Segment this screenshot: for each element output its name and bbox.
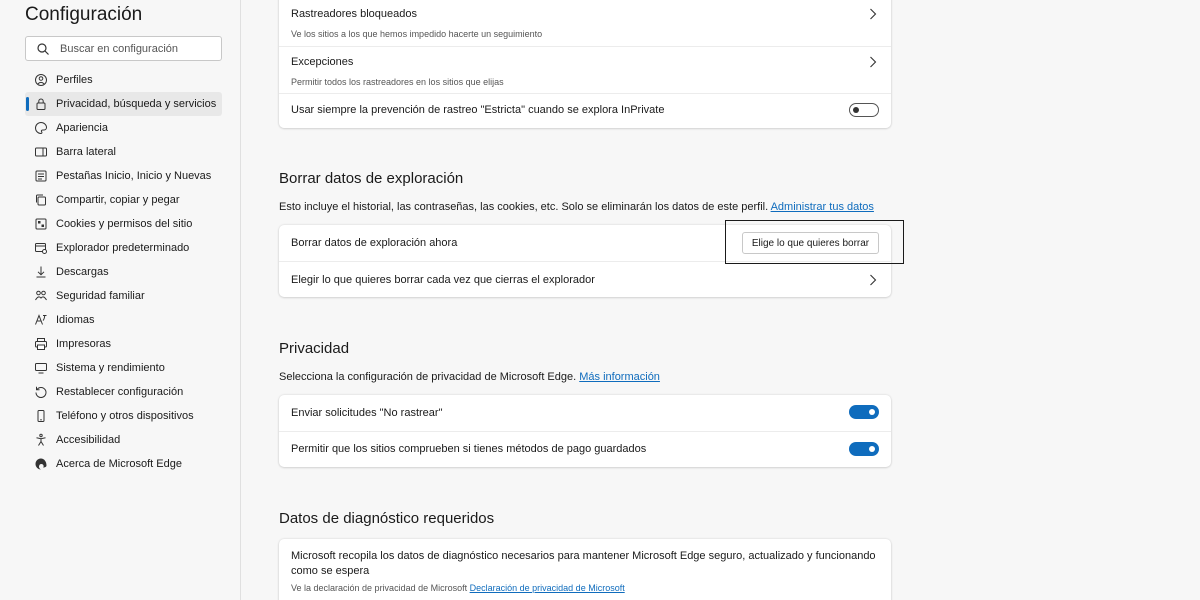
clear-data-desc-text: Esto incluye el historial, las contraseñ… [279,201,769,213]
sidebar-item-home-tabs[interactable]: Pestañas Inicio, Inicio y Nuevas [25,164,222,188]
system-icon [34,361,48,375]
sidebar-item-label: Idiomas [56,314,95,326]
sidebar-item-label: Accesibilidad [56,434,121,446]
share-icon [34,193,48,207]
sidebar-item-label: Restablecer configuración [56,386,184,398]
strict-inprivate-label: Usar siempre la prevención de rastreo "E… [291,104,665,116]
sidebar-item-label: Explorador predeterminado [56,242,190,254]
chevron-right-icon [870,274,877,286]
sidebar-title: Configuración [25,4,143,25]
sidebar-item-reset[interactable]: Restablecer configuración [25,380,222,404]
appearance-icon [34,121,48,135]
sidebar-item-label: Impresoras [56,338,112,350]
sidebar-item-appearance[interactable]: Apariencia [25,116,222,140]
sidebar-item-profiles[interactable]: Perfiles [25,68,222,92]
clear-on-close-row[interactable]: Elegir lo que quieres borrar cada vez qu… [279,262,891,297]
sidebar-item-label: Privacidad, búsqueda y servicios [56,98,217,110]
sidebar-item-sidebar[interactable]: Barra lateral [25,140,222,164]
sidebar-item-system[interactable]: Sistema y rendimiento [25,356,222,380]
sidebar-item-label: Barra lateral [56,146,116,158]
blocked-trackers-title: Rastreadores bloqueados [291,8,417,20]
diagnostics-text-line2: como se espera [291,565,370,577]
sidebar-item-about[interactable]: Acerca de Microsoft Edge [25,452,222,476]
chevron-right-icon [870,56,877,68]
diagnostics-card: Microsoft recopila los datos de diagnóst… [279,539,891,600]
reset-icon [34,385,48,399]
do-not-track-toggle[interactable] [849,405,879,419]
sidebar-item-label: Pestañas Inicio, Inicio y Nuevas [56,170,212,182]
search-icon [36,42,50,56]
sidebar-item-privacy[interactable]: Privacidad, búsqueda y servicios [25,92,222,116]
privacy-desc-text: Selecciona la configuración de privacida… [279,371,577,383]
language-icon [34,313,48,327]
payment-methods-label: Permitir que los sitios comprueben si ti… [291,443,647,455]
payment-methods-row: Permitir que los sitios comprueben si ti… [279,432,891,467]
diagnostics-sub-text: Ve la declaración de privacidad de Micro… [291,583,468,593]
search-input[interactable] [60,42,210,55]
more-info-link[interactable]: Más información [579,371,660,383]
sidebar-item-printers[interactable]: Impresoras [25,332,222,356]
sidebar-item-cookies[interactable]: Cookies y permisos del sitio [25,212,222,236]
profile-icon [34,73,48,87]
payment-methods-toggle[interactable] [849,442,879,456]
sidebar-item-downloads[interactable]: Descargas [25,260,222,284]
phone-icon [34,409,48,423]
sidebar-item-label: Sistema y rendimiento [56,362,165,374]
sidebar-item-label: Acerca de Microsoft Edge [56,458,182,470]
edge-icon [34,457,48,471]
privacy-statement-link[interactable]: Declaración de privacidad de Microsoft [470,583,625,593]
accessibility-icon [34,433,48,447]
exceptions-title: Excepciones [291,56,354,68]
sidebar-item-languages[interactable]: Idiomas [25,308,222,332]
diagnostics-subtitle: Ve la declaración de privacidad de Micro… [291,583,625,593]
clear-data-title: Borrar datos de exploración [279,170,464,187]
exceptions-row[interactable]: Excepciones Permitir todos los rastreado… [279,47,891,93]
do-not-track-label: Enviar solicitudes "No rastrear" [291,407,443,419]
clear-now-label: Borrar datos de exploración ahora [291,237,458,249]
sidebar-item-family[interactable]: Seguridad familiar [25,284,222,308]
cookies-icon [34,217,48,231]
strict-inprivate-row: Usar siempre la prevención de rastreo "E… [279,94,891,128]
printer-icon [34,337,48,351]
sidebar-item-label: Perfiles [56,74,93,86]
chevron-right-icon [870,8,877,20]
lock-icon [34,97,48,111]
search-box[interactable] [25,36,222,61]
manage-data-link[interactable]: Administrar tus datos [771,201,874,213]
sidebar-item-label: Teléfono y otros dispositivos [56,410,194,422]
sidebar-nav: Perfiles Privacidad, búsqueda y servicio… [25,68,222,476]
family-icon [34,289,48,303]
diagnostics-text-line1: Microsoft recopila los datos de diagnóst… [291,550,876,562]
sidebar-item-label: Descargas [56,266,109,278]
sidebar-icon [34,145,48,159]
sidebar-item-share[interactable]: Compartir, copiar y pegar [25,188,222,212]
sidebar-item-label: Compartir, copiar y pegar [56,194,180,206]
do-not-track-row: Enviar solicitudes "No rastrear" [279,395,891,431]
sidebar-item-label: Cookies y permisos del sitio [56,218,193,230]
sidebar-item-accessibility[interactable]: Accesibilidad [25,428,222,452]
tracking-card: Rastreadores bloqueados Ve los sitios a … [279,0,891,128]
sidebar-item-phone[interactable]: Teléfono y otros dispositivos [25,404,222,428]
diagnostics-title: Datos de diagnóstico requeridos [279,510,495,527]
sidebar-item-label: Apariencia [56,122,108,134]
sidebar: Configuración Perfiles Privacidad, búsqu… [0,0,241,600]
download-icon [34,265,48,279]
blocked-trackers-subtitle: Ve los sitios a los que hemos impedido h… [291,29,543,39]
privacy-card: Enviar solicitudes "No rastrear" Permiti… [279,395,891,467]
home-tabs-icon [34,169,48,183]
clear-on-close-label: Elegir lo que quieres borrar cada vez qu… [291,274,595,286]
privacy-description: Selecciona la configuración de privacida… [279,371,660,383]
focus-highlight-box [725,220,904,264]
strict-inprivate-toggle[interactable] [849,103,879,117]
exceptions-subtitle: Permitir todos los rastreadores en los s… [291,77,504,87]
blocked-trackers-row[interactable]: Rastreadores bloqueados Ve los sitios a … [279,0,891,46]
clear-data-description: Esto incluye el historial, las contraseñ… [279,201,874,213]
privacy-title: Privacidad [279,340,350,357]
sidebar-item-label: Seguridad familiar [56,290,145,302]
browser-icon [34,241,48,255]
sidebar-item-default-browser[interactable]: Explorador predeterminado [25,236,222,260]
